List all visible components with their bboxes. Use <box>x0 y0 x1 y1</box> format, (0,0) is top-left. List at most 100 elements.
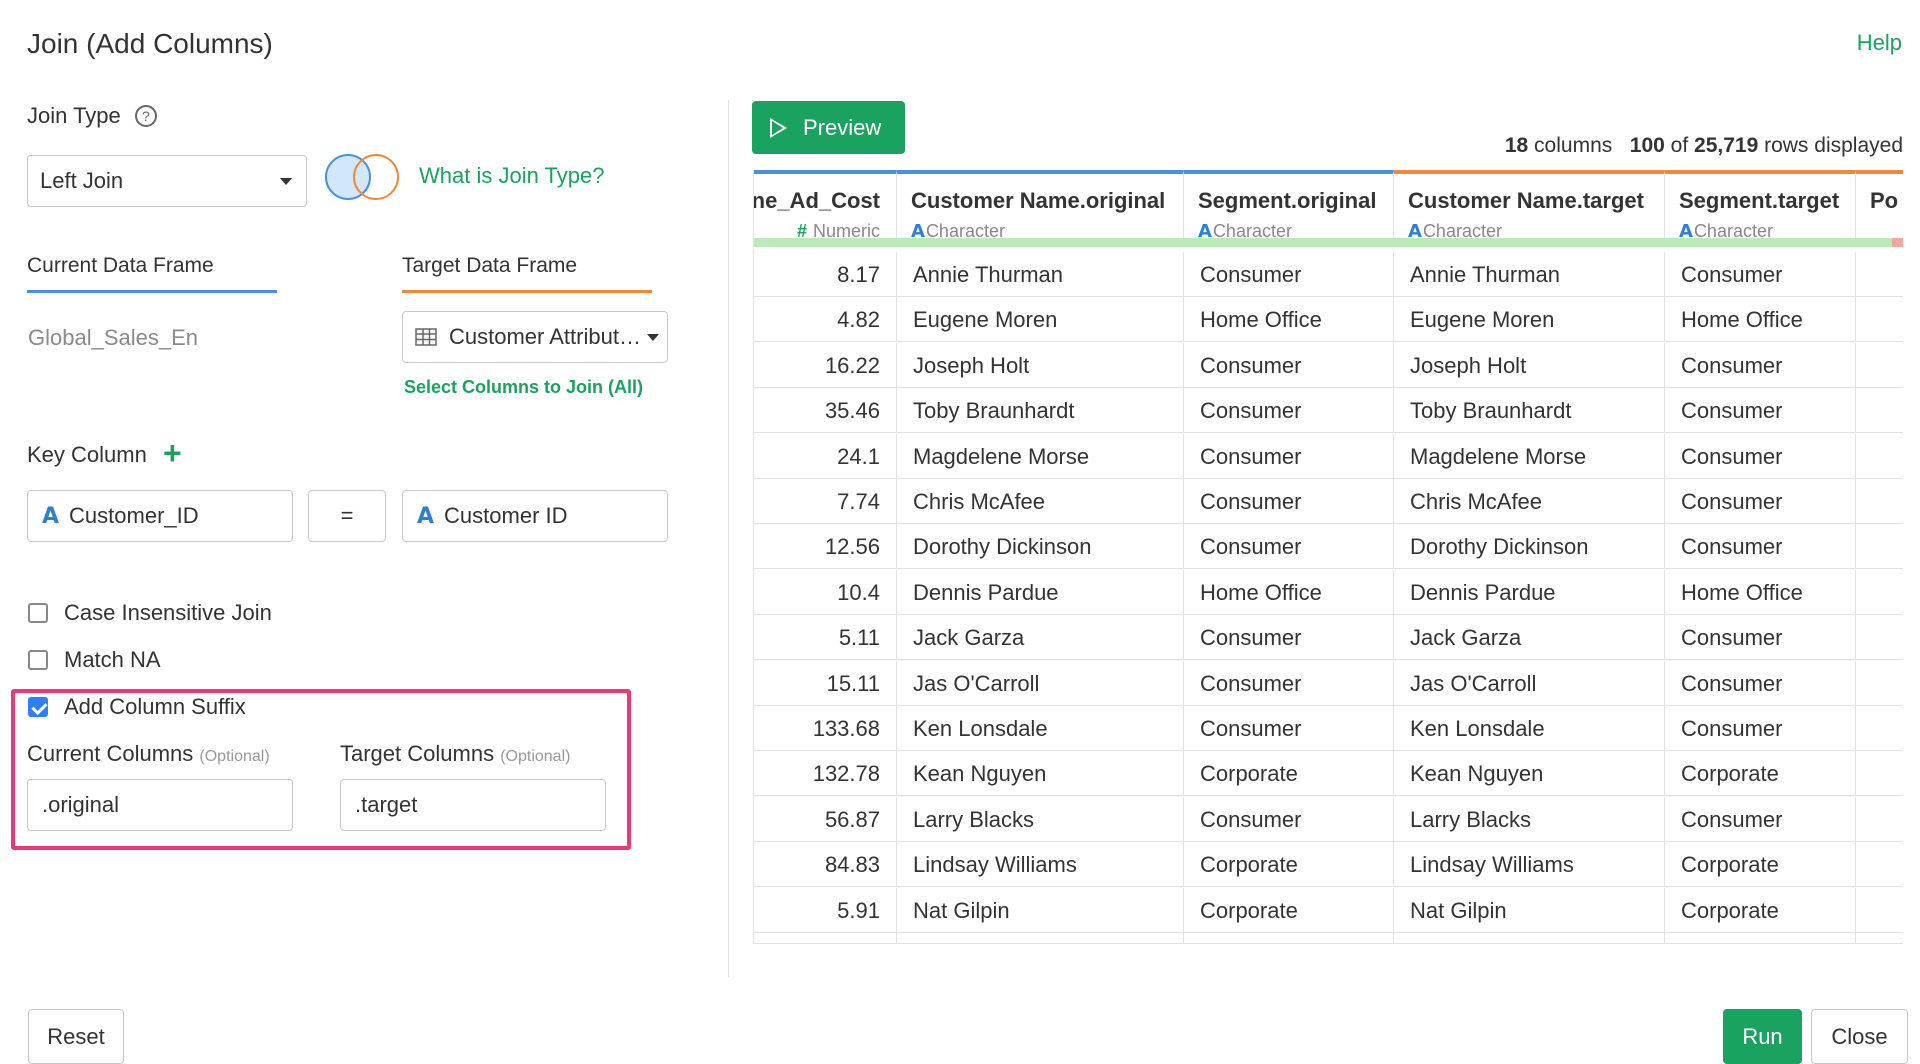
table-cell: Consumer <box>1665 433 1856 479</box>
table-row[interactable]: 56.87 Larry Blacks Consumer Larry Blacks Con… <box>754 796 1903 842</box>
add-key-icon[interactable]: + <box>163 435 182 471</box>
column-header-name: Customer Name.original <box>911 188 1166 213</box>
table-row[interactable]: 5.11 Jack Garza Consumer Jack Garza Consumer <box>754 615 1903 661</box>
table-cell <box>1856 615 1903 660</box>
table-cell <box>1856 388 1903 433</box>
column-header[interactable]: ne_Ad_Cost # Numeric <box>754 170 897 246</box>
table-row[interactable]: 10.4 Dennis Pardue Home Office Dennis Pardu… <box>754 569 1903 615</box>
table-cell <box>897 933 1184 943</box>
table-cell: Magdelene Morse <box>1394 433 1665 479</box>
close-button[interactable]: Close <box>1811 1009 1908 1064</box>
select-columns-link[interactable]: Select Columns to Join (All) <box>404 377 643 398</box>
tab-current-data-frame: Current Data Frame <box>27 254 277 293</box>
rows-word: rows displayed <box>1764 134 1903 157</box>
match-na-label: Match NA <box>64 647 161 672</box>
chevron-down-icon <box>647 334 659 341</box>
target-suffix-input[interactable]: .target <box>340 779 606 831</box>
table-cell: Home Office <box>1665 569 1856 615</box>
character-type-icon: A <box>42 503 60 529</box>
column-header[interactable]: Po <box>1856 170 1903 246</box>
table-cell <box>1394 933 1665 943</box>
table-cell <box>1856 434 1903 479</box>
table-cell: Consumer <box>1184 479 1394 524</box>
reset-button[interactable]: Reset <box>28 1009 124 1064</box>
columns-count: 18 <box>1504 134 1529 157</box>
table-cell: Toby Braunhardt <box>1394 388 1665 434</box>
column-header[interactable]: Customer Name.original ACharacter <box>897 170 1184 246</box>
table-cell: Larry Blacks <box>897 796 1184 842</box>
table-row[interactable]: 84.83 Lindsay Williams Corporate Lindsay Wi… <box>754 842 1903 888</box>
match-na-checkbox[interactable] <box>28 650 48 670</box>
table-cell: Toby Braunhardt <box>897 388 1184 434</box>
table-cell: 7.74 <box>754 479 897 524</box>
table-cell: Consumer <box>1665 479 1856 524</box>
key-column-right-select[interactable]: A Customer ID <box>402 490 668 542</box>
table-cell: Consumer <box>1665 706 1856 751</box>
table-row[interactable]: 5.91 Nat Gilpin Corporate Nat Gilpin Corpora… <box>754 887 1903 933</box>
table-cell <box>1856 297 1903 342</box>
preview-stats: 18 columns 100 of 25,719 rows displayed <box>1505 134 1903 158</box>
table-row[interactable]: 12.56 Dorothy Dickinson Consumer Dorothy Di… <box>754 524 1903 570</box>
table-cell: Dennis Pardue <box>897 569 1184 615</box>
table-cell: 56.87 <box>754 796 897 842</box>
table-row[interactable]: 8.17 Annie Thurman Consumer Annie Thurman Co… <box>754 252 1903 297</box>
table-row <box>754 933 1903 943</box>
column-header[interactable]: Customer Name.target ACharacter <box>1394 170 1665 246</box>
target-columns-label: Target Columns (Optional) <box>340 741 570 767</box>
preview-button[interactable]: Preview <box>752 101 905 154</box>
columns-word: columns <box>1534 134 1613 157</box>
current-suffix-input[interactable]: .original <box>27 779 293 831</box>
table-cell <box>1856 524 1903 569</box>
table-cell: Larry Blacks <box>1394 796 1665 842</box>
join-type-value: Left Join <box>40 168 124 193</box>
table-cell: Kean Nguyen <box>1394 751 1665 797</box>
table-row[interactable]: 24.1 Magdelene Morse Consumer Magdelene Mor… <box>754 433 1903 479</box>
panel-divider <box>728 100 729 977</box>
table-cell: Annie Thurman <box>1394 252 1665 297</box>
column-header[interactable]: Segment.original ACharacter <box>1184 170 1394 246</box>
column-header-name: Segment.target <box>1679 188 1840 213</box>
table-row[interactable]: 7.74 Chris McAfee Consumer Chris McAfee Cons… <box>754 479 1903 524</box>
table-cell: Consumer <box>1665 342 1856 388</box>
run-button[interactable]: Run <box>1723 1009 1802 1064</box>
table-cell: Annie Thurman <box>897 252 1184 297</box>
table-row[interactable]: 15.11 Jas O'Carroll Consumer Jas O'Carroll C… <box>754 660 1903 706</box>
join-type-select[interactable]: Left Join <box>27 155 307 207</box>
table-cell <box>1665 933 1856 943</box>
table-cell: Consumer <box>1184 342 1394 388</box>
table-cell: 133.68 <box>754 706 897 751</box>
table-cell: Home Office <box>1665 297 1856 343</box>
help-icon[interactable]: ? <box>134 105 157 127</box>
table-cell: Consumer <box>1665 615 1856 661</box>
key-operator-select[interactable]: = <box>308 490 386 542</box>
preview-table[interactable]: ne_Ad_Cost # Numeric Customer Name.original… <box>753 170 1903 944</box>
table-cell <box>1184 933 1394 943</box>
table-cell: Consumer <box>1665 660 1856 706</box>
table-cell <box>1856 661 1903 706</box>
help-link[interactable]: Help <box>1857 30 1902 56</box>
column-header[interactable]: Segment.target ACharacter <box>1665 170 1856 246</box>
table-cell: Jas O'Carroll <box>1394 660 1665 706</box>
what-is-join-type-link[interactable]: What is Join Type? <box>419 163 604 189</box>
table-row[interactable]: 133.68 Ken Lonsdale Consumer Ken Lonsdale Co… <box>754 706 1903 751</box>
key-column-right-value: Customer ID <box>444 503 568 528</box>
add-suffix-checkbox[interactable] <box>28 697 48 717</box>
table-cell: Corporate <box>1665 751 1856 797</box>
table-cell: Consumer <box>1665 524 1856 570</box>
table-cell: 8.17 <box>754 252 897 297</box>
table-row[interactable]: 35.46 Toby Braunhardt Consumer Toby Braunha… <box>754 388 1903 434</box>
optional-hint: (Optional) <box>199 748 270 765</box>
target-frame-value: Customer Attribut… <box>449 324 641 349</box>
target-frame-select[interactable]: Customer Attribut… <box>402 311 668 363</box>
table-cell: Jack Garza <box>1394 615 1665 661</box>
table-cell: Chris McAfee <box>897 479 1184 524</box>
table-row[interactable]: 4.82 Eugene Moren Home Office Eugene Moren H… <box>754 297 1903 343</box>
table-row[interactable]: 16.22 Joseph Holt Consumer Joseph Holt Consu… <box>754 342 1903 388</box>
table-cell: Consumer <box>1184 524 1394 570</box>
current-suffix-value: .original <box>42 792 120 817</box>
table-row[interactable]: 132.78 Kean Nguyen Corporate Kean Nguyen Cor… <box>754 751 1903 797</box>
key-column-label: Key Column + <box>27 435 182 472</box>
key-column-left-select[interactable]: A Customer_ID <box>27 490 293 542</box>
dialog-title: Join (Add Columns) <box>27 28 273 59</box>
case-insensitive-checkbox[interactable] <box>28 603 48 623</box>
